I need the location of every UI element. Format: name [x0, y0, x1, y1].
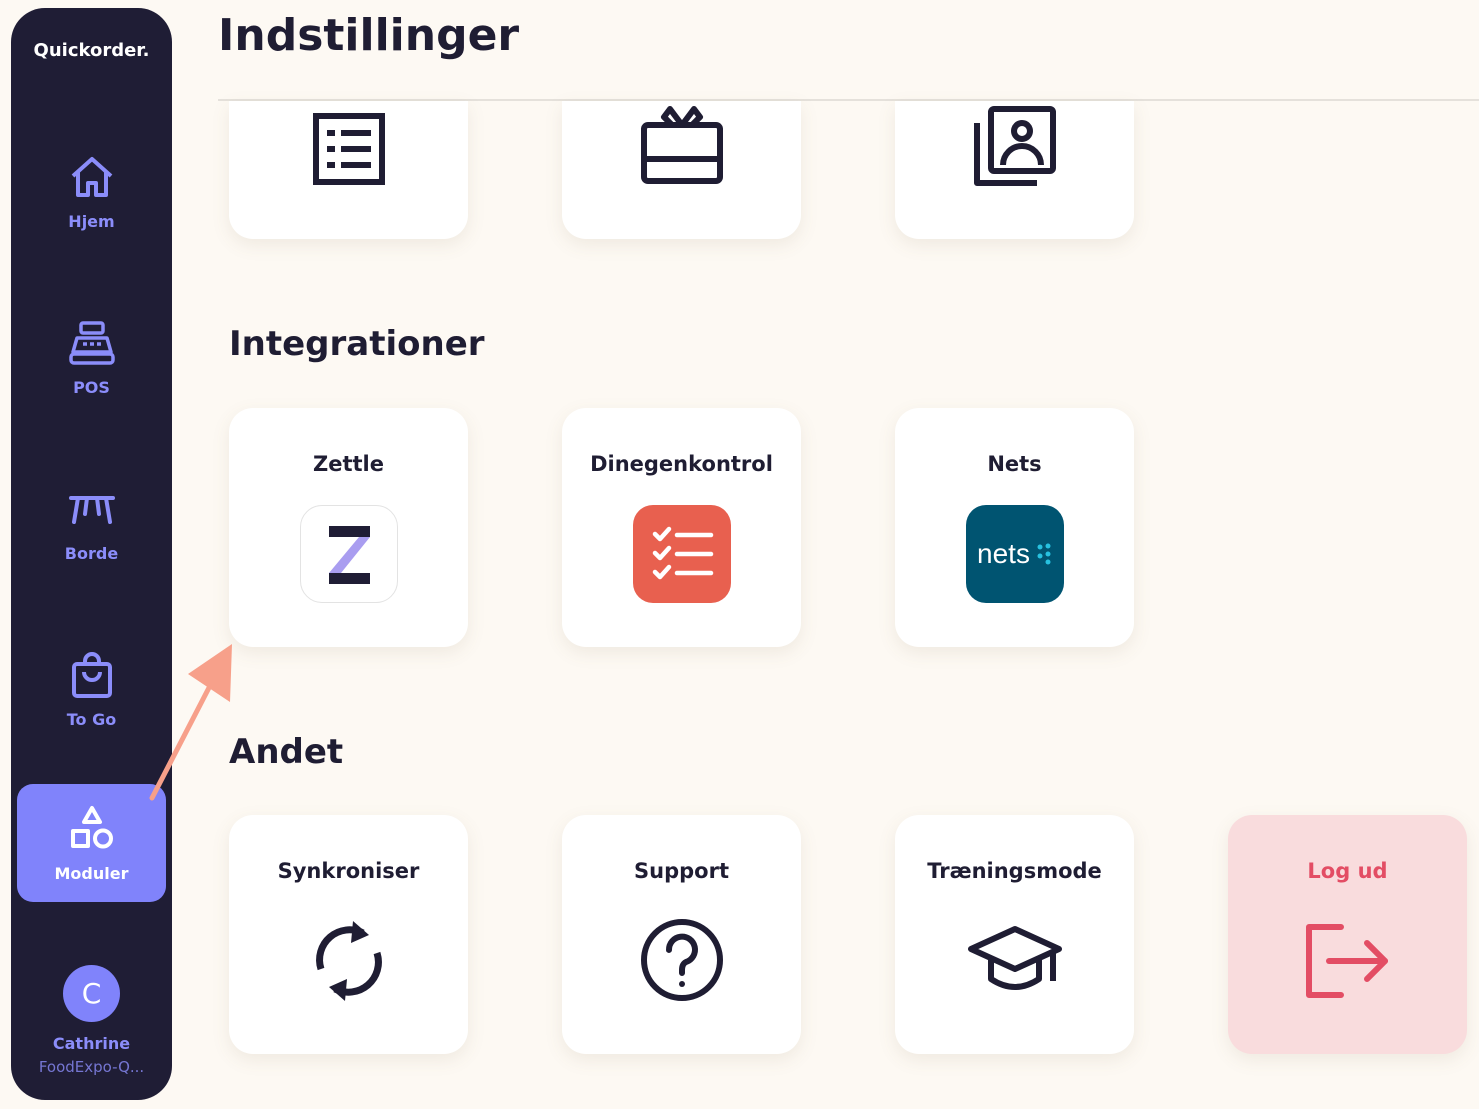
- card-traeningsmode[interactable]: Træningsmode: [895, 815, 1134, 1054]
- section-title-integrations: Integrationer: [229, 324, 485, 364]
- shapes-icon: [70, 805, 113, 848]
- table-icon: [68, 495, 115, 524]
- card-zettle[interactable]: Zettle: [229, 408, 468, 647]
- nav-item-to-go[interactable]: To Go: [17, 630, 166, 748]
- nets-logo-text: nets: [977, 538, 1030, 569]
- card-title: Dinegenkontrol: [590, 452, 773, 476]
- card-synkroniser[interactable]: Synkroniser: [229, 815, 468, 1054]
- help-icon: [640, 919, 723, 1001]
- nav-item-hjem[interactable]: Hjem: [17, 132, 166, 250]
- nav-item-pos[interactable]: POS: [17, 298, 166, 416]
- zettle-z-icon: [328, 526, 370, 584]
- card-title: Træningsmode: [927, 859, 1102, 883]
- logout-icon: [1305, 924, 1388, 998]
- nav-label: To Go: [66, 709, 117, 729]
- list-icon: [312, 113, 385, 185]
- card-nets[interactable]: Nets nets: [895, 408, 1134, 647]
- card-list[interactable]: [229, 101, 468, 239]
- nets-dots-icon: [1037, 543, 1051, 565]
- home-icon: [71, 156, 112, 197]
- card-log-ud[interactable]: Log ud: [1228, 815, 1467, 1054]
- card-title: Log ud: [1307, 859, 1388, 883]
- card-gift-card[interactable]: [562, 101, 801, 239]
- section-title-other: Andet: [229, 732, 344, 772]
- cash-register-icon: [68, 320, 115, 365]
- sidebar: Quickorder. Hjem POS Borde To Go Moduler…: [11, 8, 172, 1100]
- gift-card-icon: [640, 106, 723, 184]
- page-title: Indstillinger: [218, 10, 520, 61]
- nets-logo: nets: [965, 505, 1064, 603]
- photo-gallery-icon: [973, 106, 1056, 186]
- shopping-bag-icon: [71, 651, 112, 698]
- sync-icon: [315, 921, 382, 1001]
- nav-label: Borde: [64, 543, 119, 563]
- nav-label: POS: [73, 377, 110, 397]
- nav-item-borde[interactable]: Borde: [17, 464, 166, 582]
- card-title: Nets: [987, 452, 1042, 476]
- brand-logo: Quickorder.: [33, 40, 150, 61]
- avatar[interactable]: C: [63, 965, 120, 1022]
- graduation-cap-icon: [967, 926, 1062, 990]
- user-org: FoodExpo-Q...: [38, 1058, 145, 1076]
- card-gallery[interactable]: [895, 101, 1134, 239]
- card-support[interactable]: Support: [562, 815, 801, 1054]
- checklist-logo: [632, 505, 731, 603]
- card-dinegenkontrol[interactable]: Dinegenkontrol: [562, 408, 801, 647]
- card-title: Zettle: [313, 452, 384, 476]
- nav-label: Hjem: [68, 211, 115, 231]
- card-title: Synkroniser: [277, 859, 420, 883]
- nav-label: Moduler: [54, 863, 129, 883]
- user-name: Cathrine: [52, 1034, 131, 1053]
- checklist-icon: [652, 526, 713, 580]
- zettle-logo: [299, 505, 398, 603]
- nav-item-moduler[interactable]: Moduler: [17, 784, 166, 902]
- card-title: Support: [634, 859, 729, 883]
